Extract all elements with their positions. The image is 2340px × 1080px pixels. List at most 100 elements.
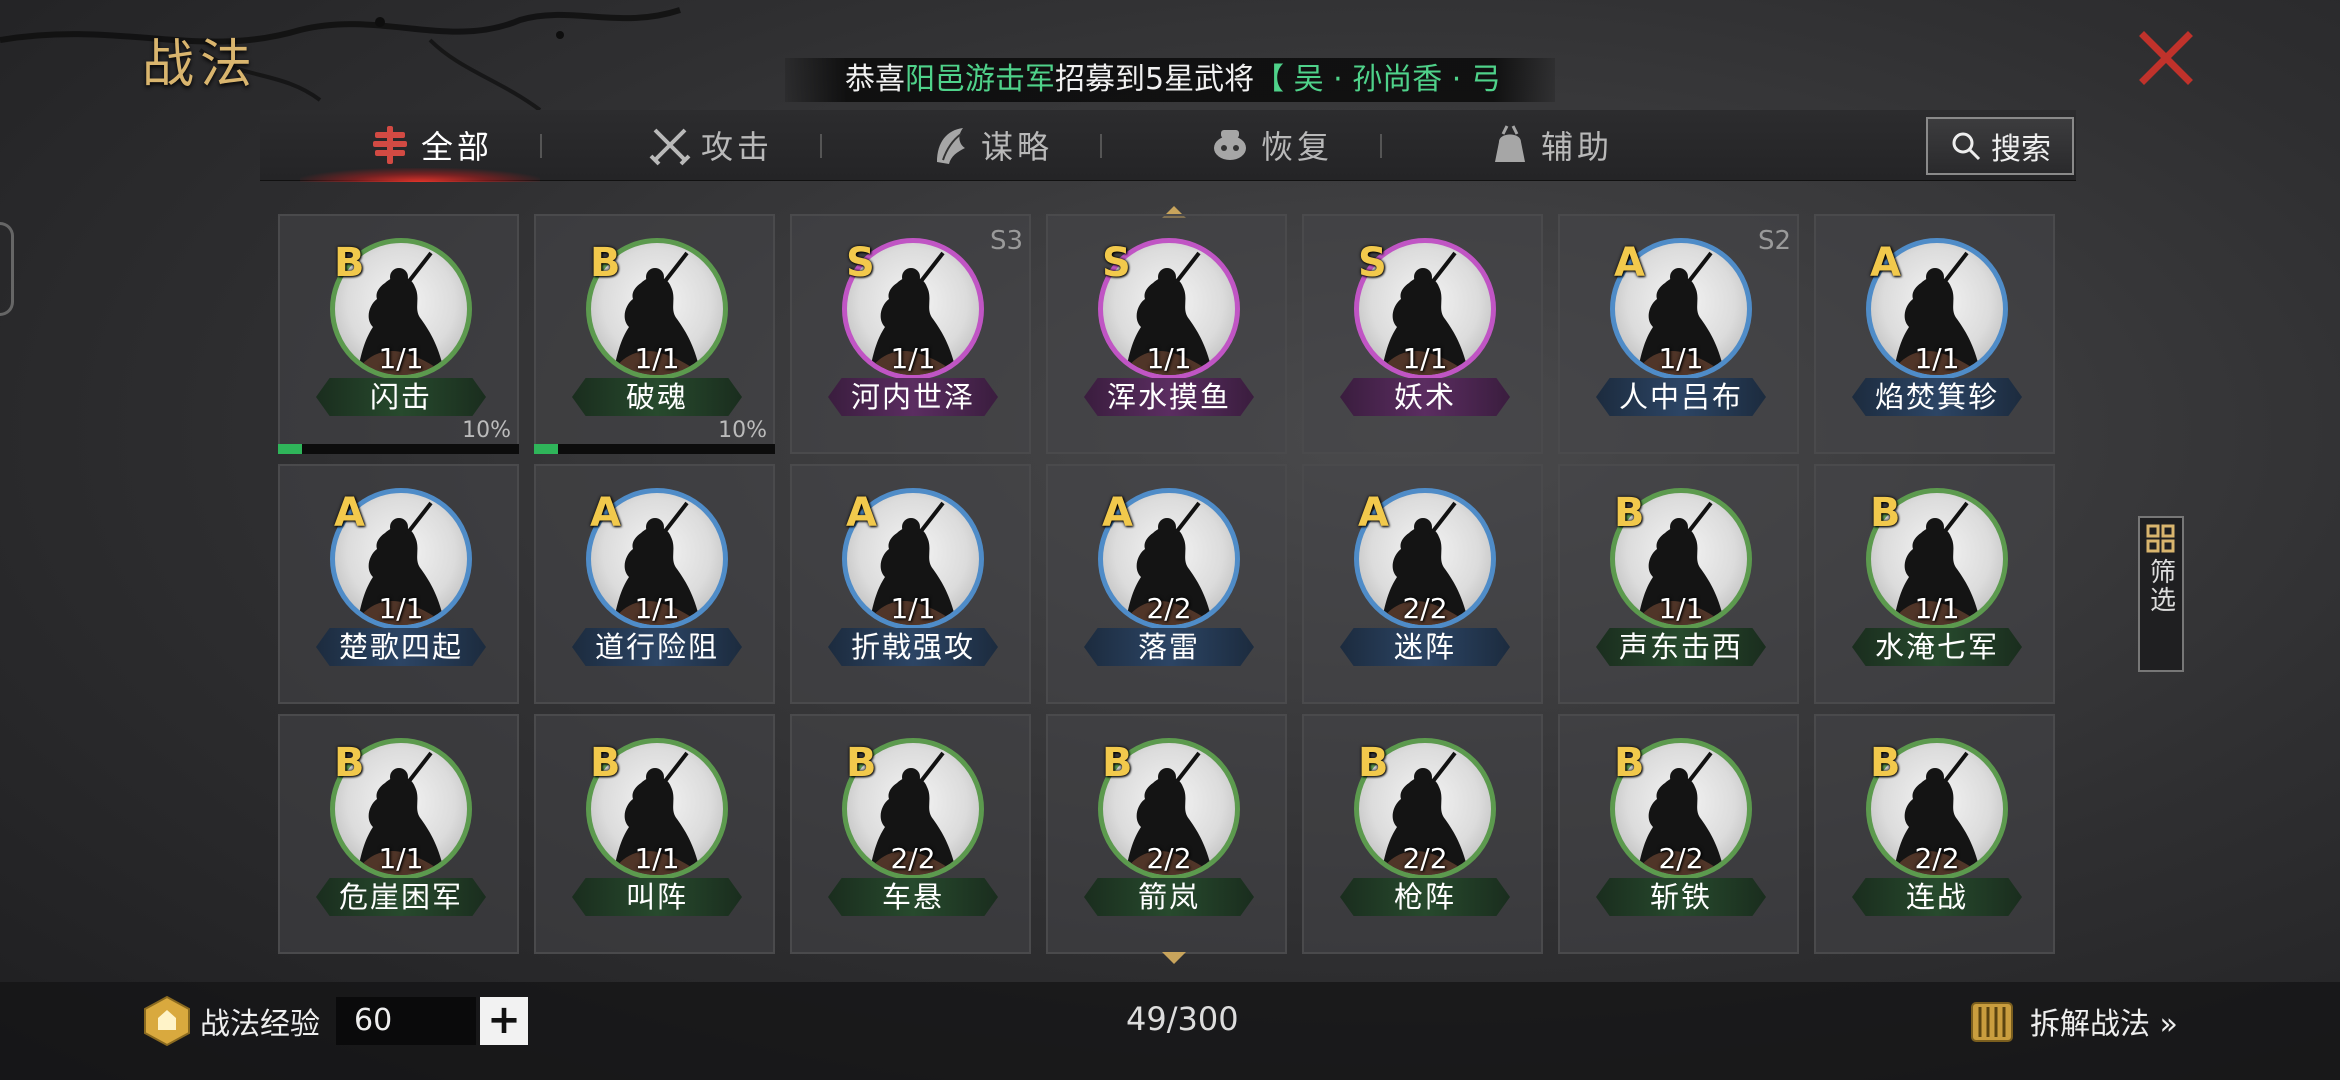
side-drawer-handle[interactable] (0, 222, 14, 316)
skill-card[interactable]: B 1/1 水淹七军 (1814, 464, 2055, 704)
skill-name: 河内世泽 (828, 378, 998, 416)
skill-count: 2/2 (1146, 842, 1192, 875)
skill-count: 1/1 (634, 342, 680, 375)
tab-label: 攻击 (700, 128, 773, 166)
add-exp-button[interactable]: + (480, 997, 528, 1045)
page-title: 战法 (142, 35, 259, 95)
grade-badge: B (1358, 740, 1389, 786)
skill-grid: B 1/1 闪击 10% B 1/1 破魂 10% S 1/1 河内世泽 S3 S 1/1 浑水摸鱼 S 1/1… (278, 214, 2056, 954)
skill-card[interactable]: B 1/1 闪击 10% (278, 214, 519, 454)
skill-name: 箭岚 (1084, 878, 1254, 916)
skill-name: 妖术 (1340, 378, 1510, 416)
tab-support[interactable]: 辅助 (1440, 110, 1660, 180)
season-tag: S3 (989, 226, 1023, 256)
grid-filter-icon (2146, 524, 2175, 553)
skill-name: 迷阵 (1340, 628, 1510, 666)
skill-card[interactable]: A 1/1 人中吕布 S2 (1558, 214, 1799, 454)
skill-count: 2/2 (1146, 592, 1192, 625)
skill-card[interactable]: B 1/1 破魂 10% (534, 214, 775, 454)
grade-badge: B (1614, 490, 1645, 536)
skill-card[interactable]: B 2/2 车悬 (790, 714, 1031, 954)
search-label: 搜索 (1991, 132, 2051, 167)
skill-count: 2/2 (1658, 842, 1704, 875)
skill-count: 2/2 (1402, 842, 1448, 875)
recover-icon (1213, 130, 1246, 160)
skill-name: 道行险阻 (572, 628, 742, 666)
skill-card[interactable]: A 1/1 折戟强攻 (790, 464, 1031, 704)
skill-card[interactable]: A 1/1 楚歌四起 (278, 464, 519, 704)
skill-count: 1/1 (1914, 592, 1960, 625)
skill-count: 1/1 (890, 592, 936, 625)
skill-name: 叫阵 (572, 878, 742, 916)
close-icon[interactable] (2136, 28, 2196, 88)
grade-badge: A (1870, 240, 1901, 286)
grade-badge: A (846, 490, 877, 536)
search-button[interactable]: 搜索 (1926, 117, 2074, 175)
grade-badge: B (334, 740, 365, 786)
skill-name: 危崖困军 (316, 878, 486, 916)
skill-name: 车悬 (828, 878, 998, 916)
grade-badge: S (846, 240, 875, 286)
skill-card[interactable]: A 2/2 迷阵 (1302, 464, 1543, 704)
decompose-label: 拆解战法 » (2030, 1007, 2178, 1042)
decompose-skills-button[interactable]: 拆解战法 » (1964, 994, 2178, 1048)
skill-name: 落雷 (1084, 628, 1254, 666)
skill-card[interactable]: S 1/1 浑水摸鱼 (1046, 214, 1287, 454)
category-tab-bar: 全部 攻击 谋略 恢复 辅助 (260, 110, 2076, 182)
tab-recover[interactable]: 恢复 (1160, 110, 1380, 180)
filter-button[interactable]: 筛选 (2138, 516, 2184, 672)
skill-card[interactable]: A 1/1 道行险阻 (534, 464, 775, 704)
crossed-swords-icon (649, 128, 691, 166)
progress-bar (278, 444, 519, 454)
exp-badge-icon (144, 995, 190, 1047)
tab-label: 恢复 (1260, 128, 1333, 166)
progress-percent: 10% (462, 418, 511, 443)
progress-fill (278, 444, 303, 454)
progress-percent: 10% (718, 418, 767, 443)
skill-name: 楚歌四起 (316, 628, 486, 666)
skill-count: 1/1 (1402, 342, 1448, 375)
skill-count: 1/1 (1658, 592, 1704, 625)
skill-exp-panel: 战法经验 60 + (140, 994, 528, 1048)
skill-count: 2/2 (890, 842, 936, 875)
grade-badge: B (1102, 740, 1133, 786)
skill-card[interactable]: A 2/2 落雷 (1046, 464, 1287, 704)
scroll-down-icon (1162, 952, 1186, 964)
tab-divider (1100, 134, 1102, 158)
skill-card[interactable]: B 1/1 声东击西 (1558, 464, 1799, 704)
grade-badge: S (1358, 240, 1387, 286)
skill-count: 1/1 (634, 592, 680, 625)
tab-divider (820, 134, 822, 158)
grade-badge: A (334, 490, 365, 536)
strategy-icon (936, 128, 965, 164)
tab-all[interactable]: 全部 (320, 110, 540, 180)
skill-name: 连战 (1852, 878, 2022, 916)
tab-attack[interactable]: 攻击 (600, 110, 820, 180)
skill-name: 折戟强攻 (828, 628, 998, 666)
grade-badge: B (1870, 490, 1901, 536)
skill-card[interactable]: S 1/1 妖术 (1302, 214, 1543, 454)
search-icon (1952, 132, 1981, 161)
support-icon (1494, 125, 1525, 162)
skill-card[interactable]: S 1/1 河内世泽 S3 (790, 214, 1031, 454)
skill-card[interactable]: B 2/2 枪阵 (1302, 714, 1543, 954)
skill-card[interactable]: B 2/2 连战 (1814, 714, 2055, 954)
skill-name: 枪阵 (1340, 878, 1510, 916)
grade-badge: B (1870, 740, 1901, 786)
skill-card[interactable]: B 2/2 箭岚 (1046, 714, 1287, 954)
skill-name: 破魂 (572, 378, 742, 416)
skill-card[interactable]: A 1/1 焰焚箕轸 (1814, 214, 2055, 454)
exp-value: 60 (336, 997, 476, 1045)
skill-card[interactable]: B 1/1 危崖困军 (278, 714, 519, 954)
grade-badge: A (590, 490, 621, 536)
skill-name: 水淹七军 (1852, 628, 2022, 666)
grade-badge: A (1358, 490, 1389, 536)
skill-card[interactable]: B 1/1 叫阵 (534, 714, 775, 954)
grade-badge: B (1614, 740, 1645, 786)
tab-strategy[interactable]: 谋略 (880, 110, 1100, 180)
skill-card[interactable]: B 2/2 斩铁 (1558, 714, 1799, 954)
skill-name: 斩铁 (1596, 878, 1766, 916)
season-tag: S2 (1757, 226, 1791, 256)
skill-count: 1/1 (378, 342, 424, 375)
skill-count: 1/1 (378, 592, 424, 625)
